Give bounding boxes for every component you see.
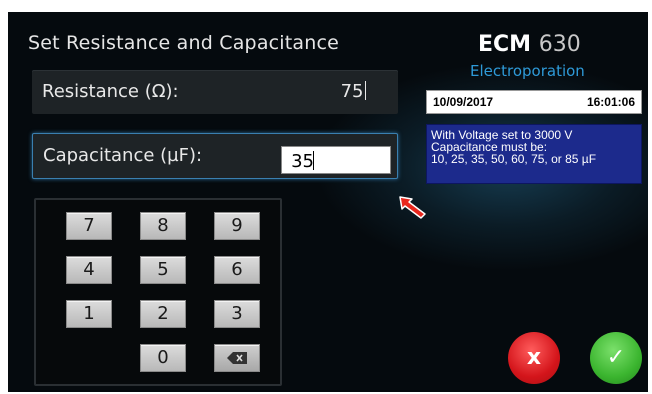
page-title: Set Resistance and Capacitance <box>28 32 340 54</box>
key-1[interactable]: 1 <box>66 300 112 328</box>
date-display: 10/09/2017 <box>433 95 494 109</box>
key-4[interactable]: 4 <box>66 256 112 284</box>
capacitance-field[interactable]: Capacitance (µF): 35 <box>32 133 398 179</box>
key-9[interactable]: 9 <box>214 212 260 240</box>
touch-screen: Set Resistance and Capacitance Resistanc… <box>8 12 648 392</box>
key-2[interactable]: 2 <box>140 300 186 328</box>
numeric-keypad: 7 8 9 4 5 6 1 2 3 0 <box>34 198 282 386</box>
text-caret <box>312 151 314 170</box>
capacitance-label: Capacitance (µF): <box>43 145 203 166</box>
key-3[interactable]: 3 <box>214 300 260 328</box>
resistance-field[interactable]: Resistance (Ω): 75 <box>32 70 398 114</box>
info-panel: With Voltage set to 3000 V Capacitance m… <box>426 124 642 184</box>
resistance-label: Resistance (Ω): <box>42 81 179 102</box>
brand-logo: ECM 630 <box>478 32 581 57</box>
key-5[interactable]: 5 <box>140 256 186 284</box>
brand-subtitle: Electroporation <box>470 62 585 80</box>
backspace-key[interactable] <box>214 344 260 372</box>
backspace-icon <box>227 352 247 364</box>
resistance-value-wrap: 75 <box>341 81 366 102</box>
datetime-bar: 10/09/2017 16:01:06 <box>426 90 642 114</box>
text-caret <box>364 81 366 100</box>
resistance-value: 75 <box>340 81 364 102</box>
info-line-3: 10, 25, 35, 50, 60, 75, or 85 µF <box>431 152 597 166</box>
cancel-button[interactable]: x <box>508 332 560 384</box>
key-7[interactable]: 7 <box>66 212 112 240</box>
capacitance-value: 35 <box>291 151 314 172</box>
info-line-1: With Voltage set to 3000 V <box>431 128 573 142</box>
key-0[interactable]: 0 <box>140 344 186 372</box>
key-8[interactable]: 8 <box>140 212 186 240</box>
brand-name: ECM <box>478 32 532 57</box>
capacitance-input[interactable]: 35 <box>281 146 391 174</box>
brand-model: 630 <box>538 32 581 57</box>
key-6[interactable]: 6 <box>214 256 260 284</box>
confirm-button[interactable]: ✓ <box>590 332 642 384</box>
time-display: 16:01:06 <box>586 95 635 109</box>
arrow-pointer-icon <box>399 196 426 219</box>
